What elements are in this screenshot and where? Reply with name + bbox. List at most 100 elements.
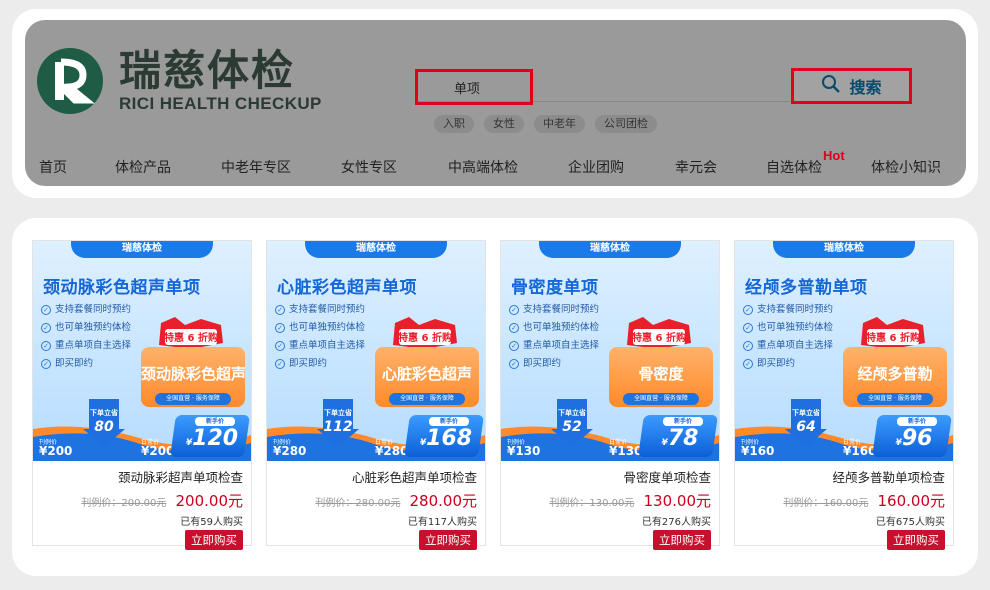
check-icon: ✓ [743,323,753,333]
svg-text:特惠 6 折购: 特惠 6 折购 [398,331,452,344]
product-name[interactable]: 经颅多普勒单项检查 [735,467,945,486]
savings-value: 112 [323,419,353,435]
buy-now-button[interactable]: 立即购买 [185,530,243,550]
deal-price: ¥78 [661,426,699,451]
original-price: 刊例价：200.00元 [81,498,167,509]
nav-item-women[interactable]: 女性专区 [341,157,397,177]
arrow-label: 下单立省 [90,409,118,417]
deal-price: ¥168 [419,426,473,451]
banner-title: 颈动脉彩色超声单项 [43,278,201,298]
feature-item: ✓ 也可单独预约体检 [743,319,833,333]
deal-price: ¥120 [185,426,239,451]
banner-title: 心脏彩色超声单项 [277,278,417,298]
arrow-label: 下单立省 [324,409,352,417]
logo-mark-icon [37,48,103,114]
product-card[interactable]: 瑞慈体检 颈动脉彩色超声单项 ✓ 支持套餐同时预约 ✓ 也可单独预约体检 ✓ 重点单项… [32,240,252,550]
site-logo[interactable]: 瑞慈体检 RICI HEALTH CHECKUP [37,48,322,114]
original-price: 刊例价：130.00元 [549,498,635,509]
hot-search-tags: 入职 女性 中老年 公司团检 [434,115,657,133]
search-button[interactable]: 搜索 [791,68,912,104]
price-row: 刊例价：280.00元 280.00元 [267,490,477,511]
check-icon: ✓ [41,323,51,333]
list-price: 刊例价 ¥200 [39,439,73,458]
check-icon: ✓ [275,323,285,333]
banner-brand: 瑞慈体检 [71,241,213,258]
check-icon: ✓ [509,323,519,333]
nav-item-senior[interactable]: 中老年专区 [221,157,291,177]
feature-item: ✓ 即买即约 [509,355,561,369]
service-tag: 全国直营 · 服务保障 [623,393,699,405]
product-card[interactable]: 瑞慈体检 经颅多普勒单项 ✓ 支持套餐同时预约 ✓ 也可单独预约体检 ✓ 重点单项自主… [734,240,954,550]
feature-item: ✓ 也可单独预约体检 [275,319,365,333]
product-card[interactable]: 瑞慈体检 骨密度单项 ✓ 支持套餐同时预约 ✓ 也可单独预约体检 ✓ 重点单项自主选择… [500,240,720,550]
list-price: 刊例价 ¥280 [273,439,307,458]
banner-title: 骨密度单项 [511,278,599,298]
search-button-label: 搜索 [849,78,882,97]
product-banner[interactable]: 瑞慈体检 骨密度单项 ✓ 支持套餐同时预约 ✓ 也可单独预约体检 ✓ 重点单项自主选择… [501,241,719,461]
product-info: 经颅多普勒单项检查 刊例价：160.00元 160.00元 已有675人购买 立… [735,463,953,550]
check-icon: ✓ [275,359,285,369]
nav-item-custom[interactable]: 自选体检 [766,157,822,177]
service-tag: 全国直营 · 服务保障 [155,393,231,405]
logo-english: RICI HEALTH CHECKUP [119,94,322,113]
nav-item-products[interactable]: 体检产品 [115,157,171,177]
nav-item-membership[interactable]: 幸元会 [675,157,717,177]
sale-price: 280.00元 [409,492,478,510]
daily-price: 日常价 ¥130 [609,439,643,458]
search-input[interactable] [415,69,533,105]
deal-label: 新手价 [429,417,469,426]
search-tag[interactable]: 女性 [484,115,524,133]
check-icon: ✓ [41,341,51,351]
nav-item-premium[interactable]: 中高端体检 [448,157,518,177]
feature-item: ✓ 即买即约 [275,355,327,369]
product-info: 骨密度单项检查 刊例价：130.00元 130.00元 已有276人购买 立即购… [501,463,719,550]
product-name[interactable]: 心脏彩色超声单项检查 [267,467,477,486]
check-icon: ✓ [41,359,51,369]
search-tag[interactable]: 公司团检 [595,115,657,133]
sold-count: 已有117人购买 [407,517,477,528]
feature-item: ✓ 支持套餐同时预约 [41,301,131,315]
product-banner[interactable]: 瑞慈体检 经颅多普勒单项 ✓ 支持套餐同时预约 ✓ 也可单独预约体检 ✓ 重点单项自主… [735,241,953,461]
check-icon: ✓ [743,359,753,369]
deal-label: 新手价 [195,417,235,426]
check-icon: ✓ [509,305,519,315]
daily-price: 日常价 ¥160 [843,439,877,458]
product-name[interactable]: 骨密度单项检查 [501,467,711,486]
banner-brand: 瑞慈体检 [539,241,681,258]
product-name[interactable]: 颈动脉彩超声单项检查 [33,467,243,486]
nav-item-home[interactable]: 首页 [39,157,67,177]
search-tag[interactable]: 中老年 [534,115,585,133]
deal-label: 新手价 [897,417,937,426]
site-header: 瑞慈体检 RICI HEALTH CHECKUP 搜索 入职 女性 中老年 公司… [25,20,966,186]
product-banner[interactable]: 瑞慈体检 心脏彩色超声单项 ✓ 支持套餐同时预约 ✓ 也可单独预约体检 ✓ 重点单项自… [267,241,485,461]
check-icon: ✓ [743,305,753,315]
product-grid: 瑞慈体检 颈动脉彩色超声单项 ✓ 支持套餐同时预约 ✓ 也可单独预约体检 ✓ 重点单项… [25,232,966,562]
main-nav: 首页 体检产品 中老年专区 女性专区 中高端体检 企业团购 幸元会 自选体检 H… [25,148,966,182]
nav-item-knowledge[interactable]: 体检小知识 [871,157,941,177]
price-row: 刊例价：130.00元 130.00元 [501,490,711,511]
search-tag[interactable]: 入职 [434,115,474,133]
sold-count: 已有276人购买 [641,517,711,528]
product-banner[interactable]: 瑞慈体检 颈动脉彩色超声单项 ✓ 支持套餐同时预约 ✓ 也可单独预约体检 ✓ 重点单项… [33,241,251,461]
banner-title: 经颅多普勒单项 [745,278,868,298]
check-icon: ✓ [275,341,285,351]
check-icon: ✓ [41,305,51,315]
check-icon: ✓ [509,359,519,369]
feature-item: ✓ 支持套餐同时预约 [275,301,365,315]
svg-text:特惠 6 折购: 特惠 6 折购 [632,331,686,344]
feature-item: ✓ 支持套餐同时预约 [509,301,599,315]
buy-now-button[interactable]: 立即购买 [419,530,477,550]
product-card[interactable]: 瑞慈体检 心脏彩色超声单项 ✓ 支持套餐同时预约 ✓ 也可单独预约体检 ✓ 重点单项自… [266,240,486,550]
nav-item-corporate[interactable]: 企业团购 [568,157,624,177]
buy-now-button[interactable]: 立即购买 [887,530,945,550]
sale-price: 200.00元 [175,492,244,510]
feature-item: ✓ 重点单项自主选择 [743,337,833,351]
buy-now-button[interactable]: 立即购买 [653,530,711,550]
feature-item: ✓ 也可单独预约体检 [41,319,131,333]
list-price: 刊例价 ¥160 [741,439,775,458]
service-tag: 全国直营 · 服务保障 [389,393,465,405]
check-icon: ✓ [275,305,285,315]
feature-item: ✓ 重点单项自主选择 [275,337,365,351]
svg-text:特惠 6 折购: 特惠 6 折购 [164,331,218,344]
check-icon: ✓ [509,341,519,351]
